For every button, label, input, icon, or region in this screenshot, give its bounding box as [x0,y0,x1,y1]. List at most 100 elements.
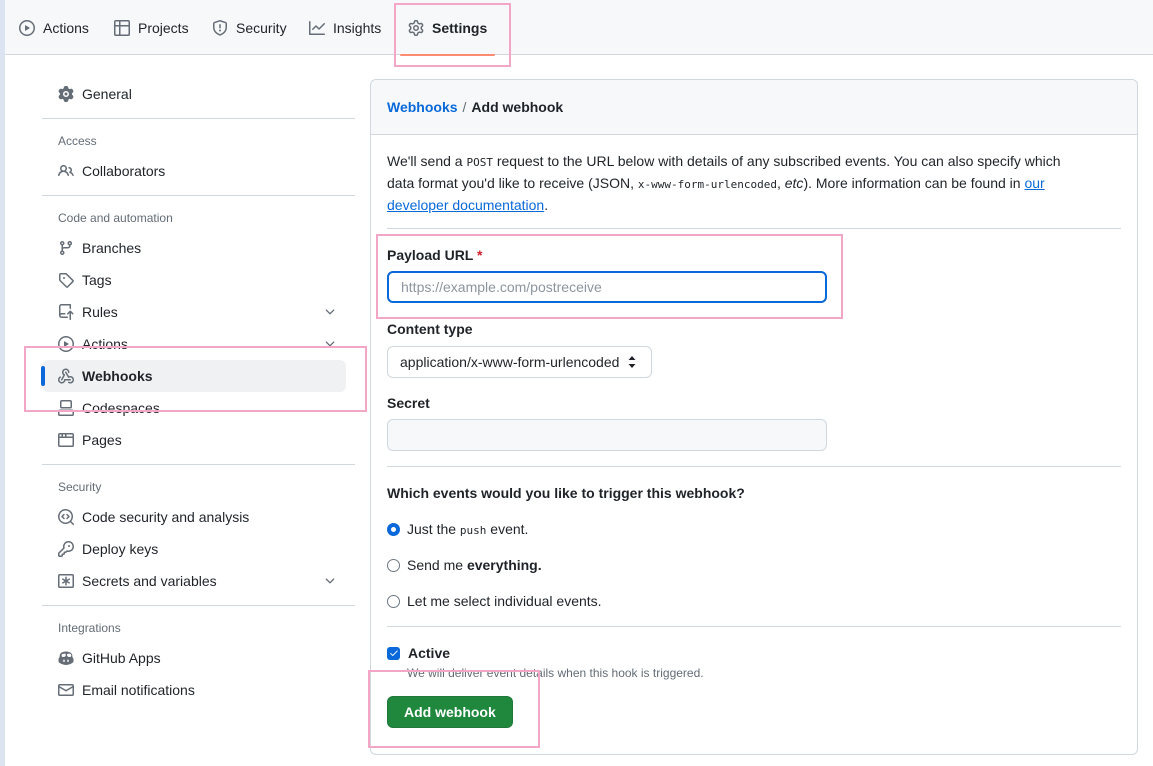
tab-insights[interactable]: Insights [301,9,389,47]
tab-label: Settings [432,20,488,36]
webhook-icon [58,368,74,384]
radio-individual-events[interactable]: Let me select individual events. [387,593,602,609]
radio-label: Let me select individual events. [407,593,602,609]
sidebar-item-label: Codespaces [82,400,160,416]
tab-security[interactable]: Security [204,9,295,47]
sidebar-item-actions[interactable]: Actions [42,328,355,360]
tag-icon [59,273,74,288]
payload-url-input[interactable]: https://example.com/postreceive [387,271,827,303]
sidebar-item-label: Actions [82,336,128,352]
chevron-down-icon[interactable] [323,305,337,319]
radio-code: push [459,524,487,537]
radio-push-event[interactable]: Just the push event. [387,521,528,537]
tab-projects[interactable]: Projects [106,9,197,47]
sidebar-item-code-security[interactable]: Code security and analysis [42,501,355,533]
page-title: Add webhook [471,99,564,115]
desc-text: , [776,175,785,191]
radio-unselected[interactable] [387,558,400,572]
label-text: Payload URL [387,247,474,263]
branch-icon [59,241,72,256]
sidebar-item-label: Code security and analysis [82,509,250,525]
content-type-value: application/x-www-form-urlencoded [400,354,620,370]
browser-icon [58,433,74,447]
sidebar-item-label: Secrets and variables [82,573,217,589]
tab-label: Security [236,20,287,36]
chevron-down-icon[interactable] [323,574,337,588]
active-note: We will deliver event details when this … [407,666,704,680]
sidebar-item-codespaces[interactable]: Codespaces [42,392,355,424]
sidebar-item-collaborators[interactable]: Collaborators [42,155,355,187]
section-heading: Security [58,480,102,494]
repo-nav: Actions Projects Security Insights Setti… [5,0,1153,56]
tab-label: Projects [138,20,189,36]
sidebar-item-deploy-keys[interactable]: Deploy keys [42,533,355,565]
sidebar-item-general[interactable]: General [42,78,355,110]
active-label: Active [408,645,451,661]
radio-label: Just the push event. [407,521,528,537]
codespaces-icon [58,400,74,416]
divider [42,195,355,196]
sidebar-item-label: GitHub Apps [82,650,161,666]
window-edge [0,0,5,766]
sidebar-item-webhooks[interactable]: Webhooks [41,360,346,392]
section-heading: Integrations [58,621,121,635]
check-icon [389,650,398,656]
section-heading: Code and automation [58,211,173,225]
key-icon [58,541,74,557]
add-webhook-panel: Webhooks / Add webhook We'll send a POST… [370,79,1138,755]
shield-icon [213,20,227,36]
tab-actions[interactable]: Actions [11,9,97,47]
sidebar-item-label: Deploy keys [82,541,159,557]
sidebar-item-email-notifications[interactable]: Email notifications [42,674,355,706]
divider [387,228,1121,229]
desc-text: etc [784,175,804,191]
sidebar-item-rules[interactable]: Rules [42,296,355,328]
copilot-icon [58,651,74,665]
repo-push-icon [59,304,74,320]
radio-everything[interactable]: Send me everything. [387,557,542,573]
divider [42,605,355,606]
radio-selected[interactable] [387,522,400,536]
add-webhook-button[interactable]: Add webhook [387,696,513,728]
play-icon [58,336,74,352]
tab-label: Actions [43,20,89,36]
sidebar-item-secrets[interactable]: Secrets and variables [42,565,355,597]
active-checkbox[interactable]: Active [387,645,450,661]
breadcrumb: Webhooks / Add webhook [371,80,1137,135]
breadcrumb-separator: / [462,99,467,115]
description-text: We'll send a POST request to the URL bel… [387,151,1087,216]
divider [387,466,1121,467]
sidebar-item-label: General [82,86,132,102]
content-type-select[interactable]: application/x-www-form-urlencoded [387,346,652,378]
settings-sidebar: General Access Collaborators Code and au… [41,78,355,706]
radio-text: Just the [407,521,460,537]
sidebar-item-tags[interactable]: Tags [42,264,355,296]
sidebar-item-label: Email notifications [82,682,195,698]
select-arrows-icon [628,356,636,368]
radio-text: Send me [407,557,467,573]
sidebar-item-label: Tags [82,272,112,288]
sidebar-item-pages[interactable]: Pages [42,424,355,456]
divider [42,118,355,119]
people-icon [58,164,74,177]
chevron-down-icon[interactable] [323,337,337,351]
asterisk-box-icon [58,574,74,588]
sidebar-item-branches[interactable]: Branches [42,232,355,264]
tab-label: Insights [333,20,382,36]
breadcrumb-webhooks-link[interactable]: Webhooks [387,99,458,115]
secret-input[interactable] [387,419,827,451]
sidebar-item-label: Branches [82,240,142,256]
gear-icon [408,20,424,36]
checkbox-checked[interactable] [387,646,400,660]
desc-text: We'll send a [387,153,467,169]
tab-settings[interactable]: Settings [400,9,496,56]
graph-icon [309,21,325,35]
radio-unselected[interactable] [387,594,400,608]
content-type-label: Content type [387,321,473,337]
desc-code: x-www-form-urlencoded [637,178,777,191]
sidebar-item-label: Pages [82,432,122,448]
sidebar-item-label: Collaborators [82,163,166,179]
sidebar-item-github-apps[interactable]: GitHub Apps [42,642,355,674]
payload-url-placeholder: https://example.com/postreceive [401,279,602,295]
secret-label: Secret [387,395,430,411]
